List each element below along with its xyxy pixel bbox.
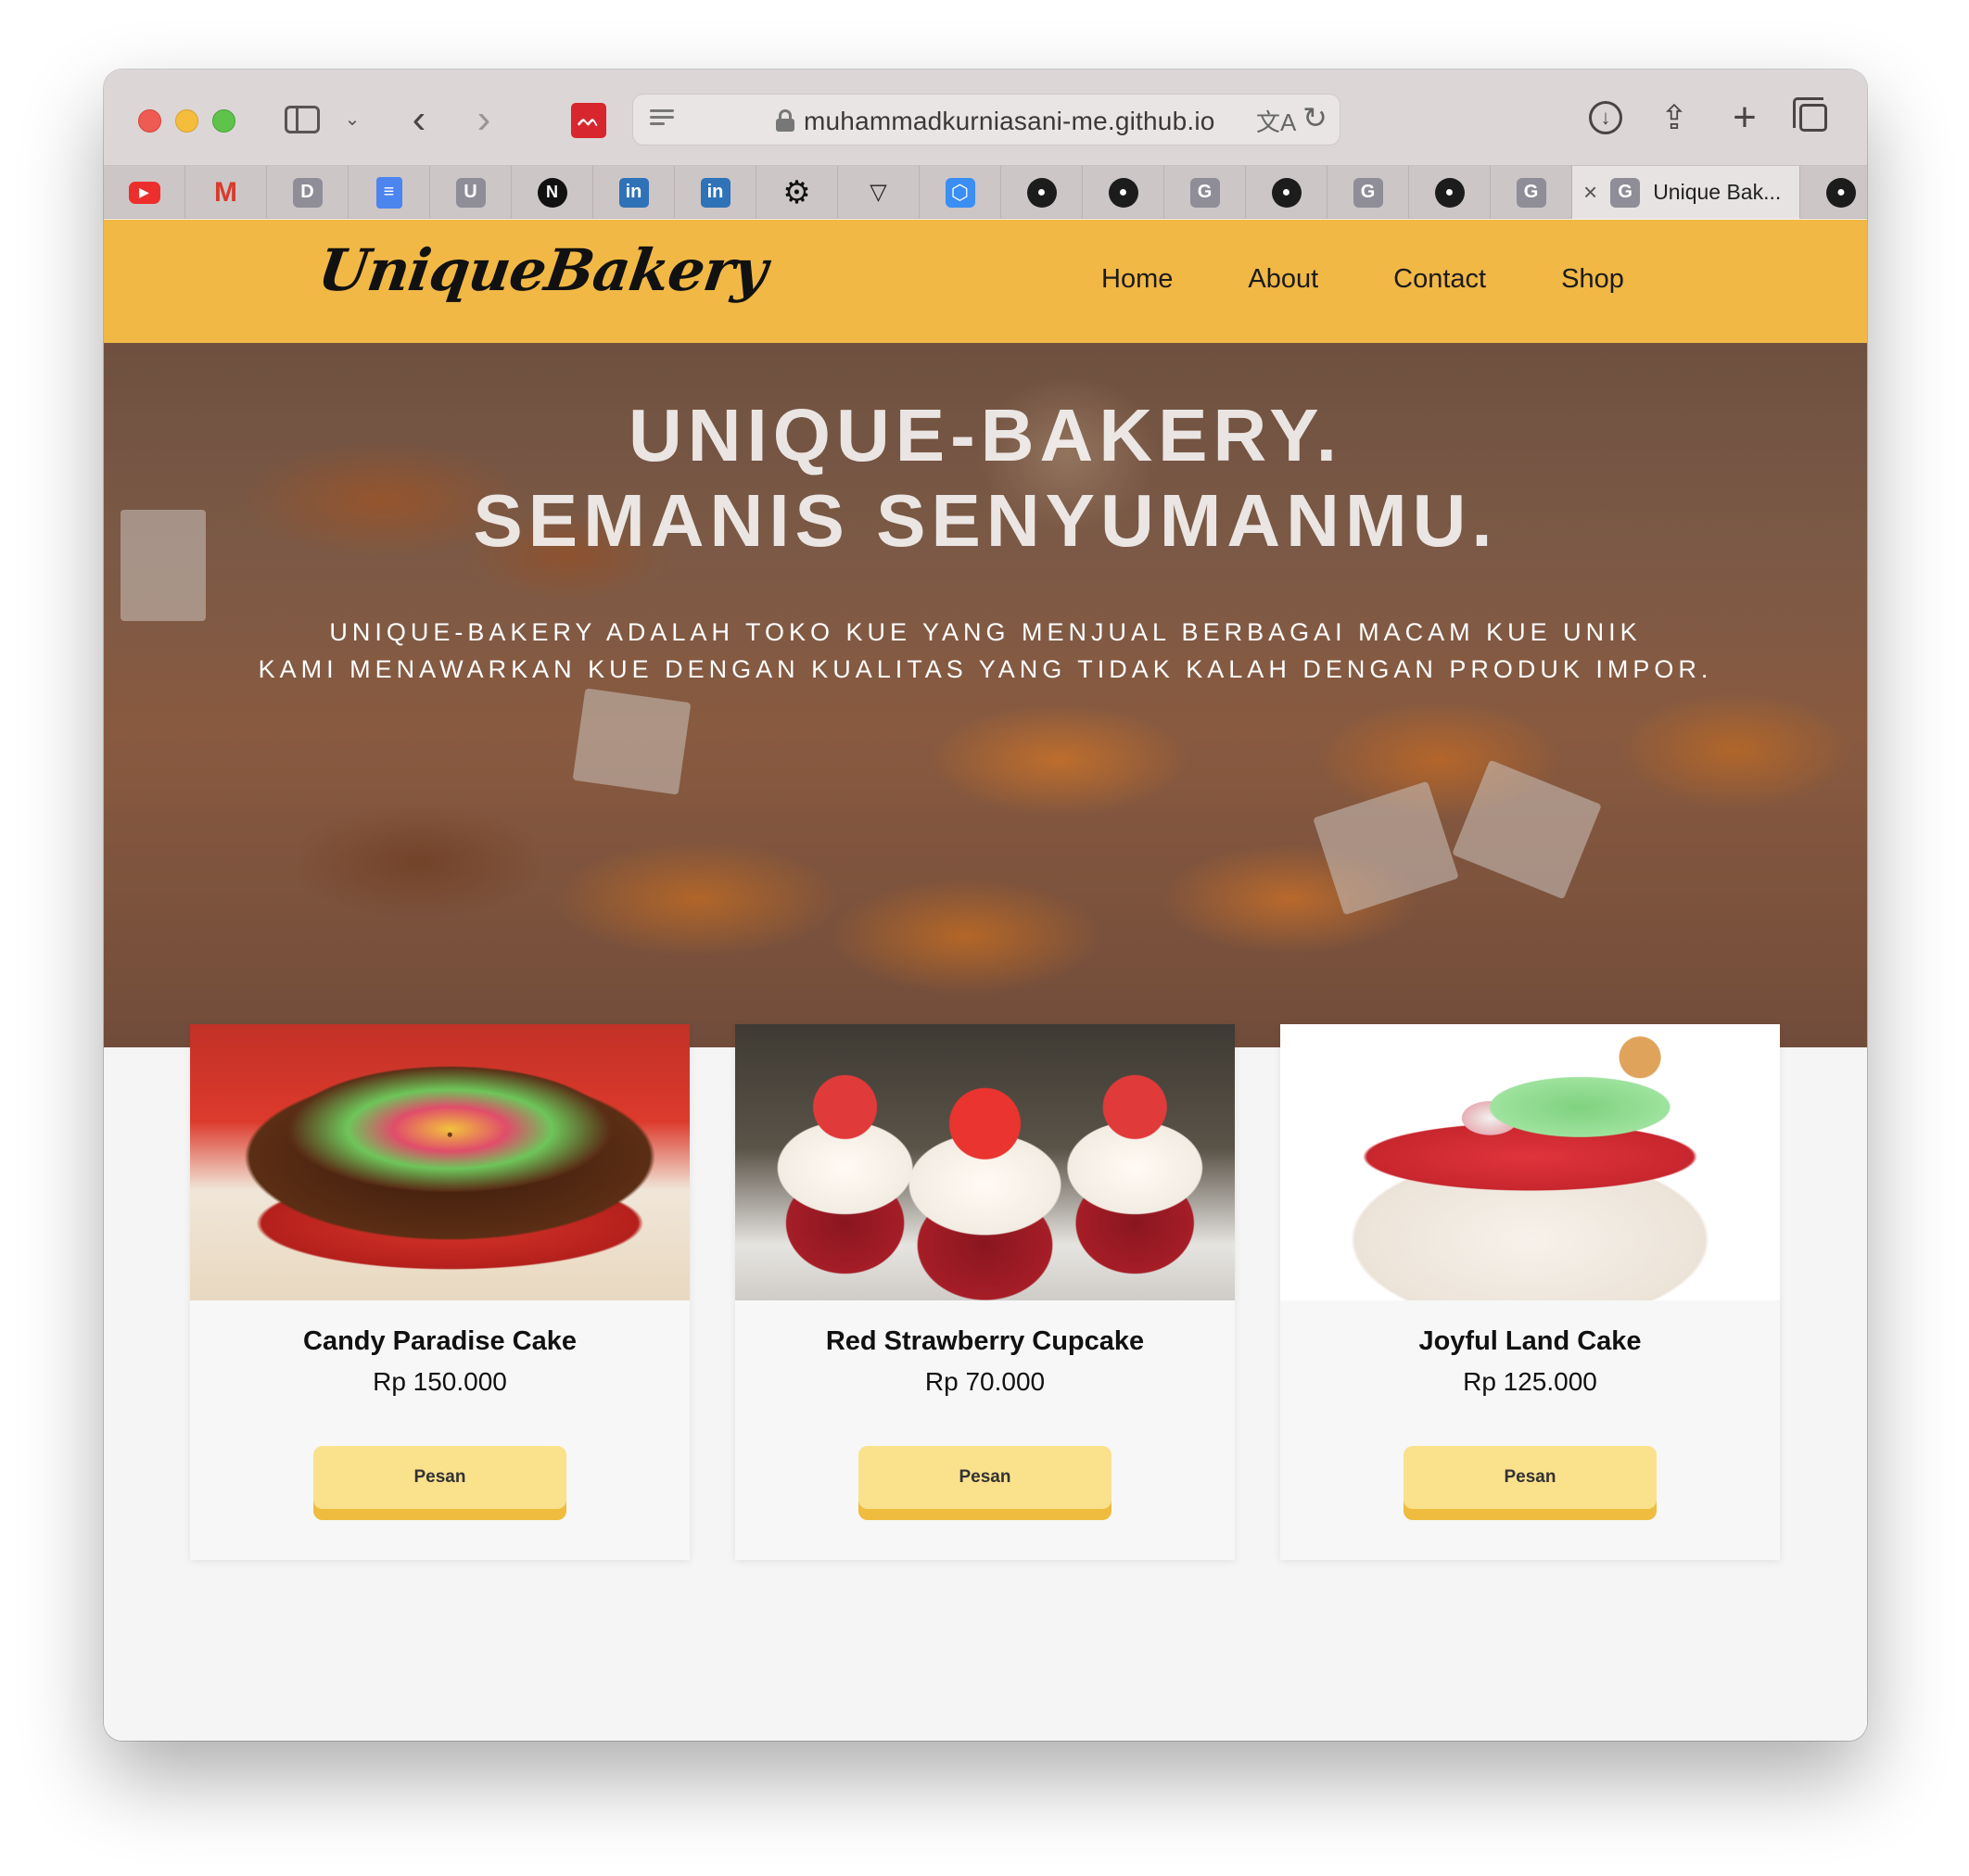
- product-grid: Candy Paradise Cake Rp 150.000 Pesan Red…: [190, 1024, 1780, 1560]
- tab-g-1[interactable]: G: [1164, 166, 1246, 219]
- tab-next[interactable]: N: [512, 166, 593, 219]
- hero-subtitle-line2: KAMI MENAWARKAN KUE DENGAN KUALITAS YANG…: [258, 655, 1713, 683]
- tab-github-3[interactable]: ●: [1246, 166, 1327, 219]
- docs-icon: ≡: [375, 176, 402, 209]
- tab-youtube[interactable]: [104, 166, 185, 219]
- maximize-window-button[interactable]: [212, 109, 235, 133]
- linkedin-icon: in: [700, 177, 730, 208]
- hero-banner: UNIQUE-BAKERY. SEMANIS SENYUMANMU. UNIQU…: [104, 343, 1867, 1047]
- product-price: Rp 70.000: [924, 1367, 1046, 1396]
- github-icon: ●: [1271, 177, 1302, 208]
- tab-linkedin-1[interactable]: in: [593, 166, 675, 219]
- tab-d[interactable]: D: [267, 166, 349, 219]
- nav-shop[interactable]: Shop: [1561, 264, 1624, 295]
- product-name: Candy Paradise Cake: [303, 1326, 577, 1356]
- tab-overview-button[interactable]: [1791, 95, 1836, 140]
- forward-button[interactable]: ›: [465, 97, 502, 142]
- product-card: Candy Paradise Cake Rp 150.000 Pesan: [190, 1024, 690, 1560]
- product-image: [190, 1024, 690, 1300]
- u-icon: U: [455, 177, 486, 208]
- product-card: Joyful Land Cake Rp 125.000 Pesan: [1280, 1024, 1780, 1560]
- tab-github-5[interactable]: ●: [1800, 166, 1867, 219]
- product-name: Red Strawberry Cupcake: [825, 1326, 1145, 1356]
- hero-title-line2: SEMANIS SENYUMANMU.: [473, 479, 1498, 562]
- g-icon: G: [1610, 177, 1641, 208]
- cube-icon: ⬡: [945, 177, 975, 208]
- sidebar-icon: [285, 106, 320, 133]
- product-image: [1280, 1024, 1780, 1300]
- site-navbar: UniqueBakery Home About Contact Shop: [104, 220, 1867, 343]
- g-icon: G: [1353, 177, 1383, 208]
- order-button[interactable]: Pesan: [858, 1446, 1112, 1520]
- back-button[interactable]: ‹: [400, 97, 438, 142]
- reload-icon[interactable]: ↻: [1302, 100, 1327, 135]
- product-name: Joyful Land Cake: [1418, 1326, 1642, 1356]
- youtube-icon: [128, 181, 160, 204]
- vue-icon: ▽: [870, 180, 887, 205]
- tab-g-2[interactable]: G: [1327, 166, 1409, 219]
- share-icon[interactable]: ⇪: [1652, 95, 1696, 140]
- d-icon: D: [292, 177, 323, 208]
- hero-title-line1: UNIQUE-BAKERY.: [629, 394, 1342, 476]
- tab-vue[interactable]: ▽: [838, 166, 920, 219]
- tab-strip: M D ≡ U N in in ⚙ ▽ ⬡ ● ● G ● G ● G × G …: [104, 166, 1867, 219]
- github-icon: ●: [1026, 177, 1057, 208]
- nav-contact[interactable]: Contact: [1393, 264, 1486, 295]
- nav-about[interactable]: About: [1248, 264, 1318, 295]
- tab-u[interactable]: U: [430, 166, 512, 219]
- nav-home[interactable]: Home: [1101, 264, 1173, 295]
- gmail-icon: M: [214, 176, 237, 208]
- reader-icon[interactable]: [650, 106, 674, 133]
- url-text[interactable]: muhammadkurniasani-me.github.io: [804, 107, 1215, 136]
- mendeley-extension-icon[interactable]: ᨓ: [571, 103, 606, 138]
- order-button[interactable]: Pesan: [1404, 1446, 1657, 1520]
- github-icon: ●: [1434, 177, 1465, 208]
- downloads-button[interactable]: ↓: [1583, 95, 1628, 140]
- nav-links: Home About Contact Shop: [1101, 264, 1699, 295]
- browser-window: ⌄ ‹ › ᨓ muhammadkurniasani-me.github.io …: [104, 70, 1867, 1741]
- address-bar[interactable]: muhammadkurniasani-me.github.io 文A ↻: [632, 94, 1340, 146]
- hero-subtitle-line1: UNIQUE-BAKERY ADALAH TOKO KUE YANG MENJU…: [329, 618, 1642, 646]
- sidebar-toggle-button[interactable]: [282, 97, 323, 142]
- tab-gear[interactable]: ⚙: [756, 166, 838, 219]
- tab-cube[interactable]: ⬡: [920, 166, 1001, 219]
- tab-github-4[interactable]: ●: [1409, 166, 1491, 219]
- tab-gmail[interactable]: M: [185, 166, 267, 219]
- g-icon: G: [1189, 177, 1220, 208]
- tab-active[interactable]: × G Unique Bak...: [1572, 166, 1800, 219]
- lock-icon: [776, 109, 794, 132]
- product-card: Red Strawberry Cupcake Rp 70.000 Pesan: [735, 1024, 1235, 1560]
- linkedin-icon: in: [618, 177, 649, 208]
- github-icon: ●: [1826, 177, 1856, 208]
- download-icon: ↓: [1589, 101, 1622, 134]
- minimize-window-button[interactable]: [175, 109, 198, 133]
- github-icon: ●: [1108, 177, 1138, 208]
- tab-github-1[interactable]: ●: [1001, 166, 1083, 219]
- translate-icon[interactable]: 文A: [1256, 104, 1296, 138]
- browser-toolbar: ⌄ ‹ › ᨓ muhammadkurniasani-me.github.io …: [104, 70, 1867, 166]
- product-price: Rp 150.000: [373, 1367, 507, 1396]
- g-icon: G: [1516, 177, 1546, 208]
- order-button[interactable]: Pesan: [313, 1446, 566, 1520]
- site-logo[interactable]: UniqueBakery: [314, 236, 771, 304]
- close-window-button[interactable]: [138, 109, 161, 133]
- new-tab-button[interactable]: +: [1722, 95, 1767, 140]
- tab-title: Unique Bak...: [1653, 180, 1782, 204]
- gear-icon: ⚙: [782, 174, 811, 210]
- product-image: [735, 1024, 1235, 1300]
- tab-g-3[interactable]: G: [1491, 166, 1572, 219]
- next-icon: N: [537, 177, 567, 208]
- chevron-down-icon[interactable]: ⌄: [341, 97, 363, 142]
- tab-docs[interactable]: ≡: [349, 166, 430, 219]
- tab-linkedin-2[interactable]: in: [675, 166, 756, 219]
- tabs-icon: [1793, 97, 1827, 132]
- close-tab-icon[interactable]: ×: [1583, 178, 1597, 207]
- tab-github-2[interactable]: ●: [1083, 166, 1164, 219]
- product-price: Rp 125.000: [1463, 1367, 1597, 1396]
